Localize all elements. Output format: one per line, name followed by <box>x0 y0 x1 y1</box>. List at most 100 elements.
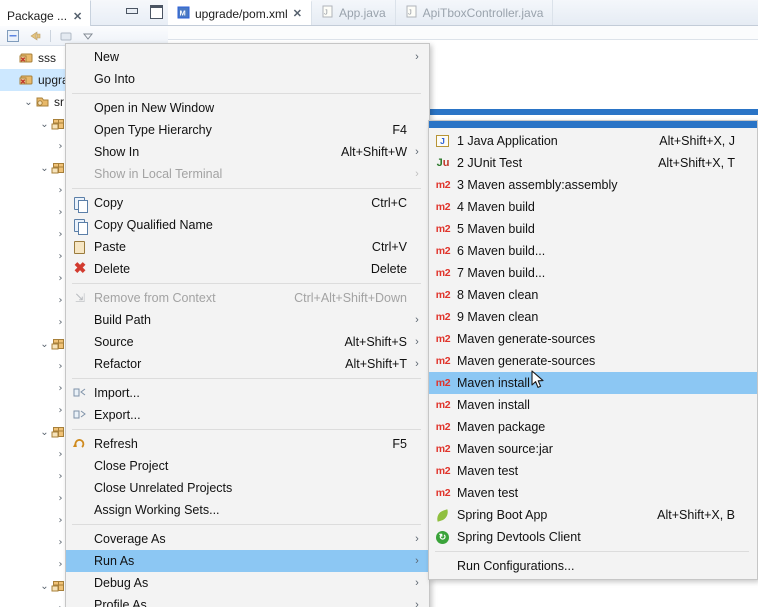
chevron-down-icon[interactable]: ⌄ <box>38 427 51 438</box>
menu-item-label: 9 Maven clean <box>457 310 539 324</box>
menu-item-label: Import... <box>94 386 140 400</box>
menu-item-paste[interactable]: Paste Ctrl+V <box>66 236 429 258</box>
menu-item-coverage-as[interactable]: Coverage As › <box>66 528 429 550</box>
run-as-item-2-junit-test[interactable]: Ju 2 JUnit Test Alt+Shift+X, T <box>429 152 757 174</box>
export-icon <box>66 408 94 423</box>
menu-icon-slot <box>66 532 94 547</box>
menu-item-go-into[interactable]: Go Into <box>66 68 429 90</box>
menu-item-shortcut: Ctrl+C <box>371 196 407 210</box>
menu-item-import[interactable]: Import... <box>66 382 429 404</box>
menu-item-close-unrelated-projects[interactable]: Close Unrelated Projects <box>66 477 429 499</box>
chevron-down-icon[interactable]: ⌄ <box>38 581 51 592</box>
maven-icon: m2 <box>435 420 451 433</box>
delete-icon: ✖ <box>73 259 87 277</box>
submenu-chevron-right-icon: › <box>415 533 419 545</box>
menu-item-build-path[interactable]: Build Path › <box>66 309 429 331</box>
collapse-all-icon[interactable] <box>6 29 20 43</box>
menu-item-refactor[interactable]: Refactor Alt+Shift+T › <box>66 353 429 375</box>
run-as-item-maven-install[interactable]: m2 Maven install <box>429 394 757 416</box>
menu-item-open-in-new-window[interactable]: Open in New Window <box>66 97 429 119</box>
run-as-item-spring-devtools-client[interactable]: ↻ Spring Devtools Client <box>429 526 757 548</box>
menu-item-show-in[interactable]: Show In Alt+Shift+W › <box>66 141 429 163</box>
menu-icon-slot <box>66 335 94 350</box>
menu-item-profile-as[interactable]: Profile As › <box>66 594 429 607</box>
maven-icon: m2 <box>435 332 451 345</box>
run-as-item-maven-package[interactable]: m2 Maven package <box>429 416 757 438</box>
java-file-icon: J <box>405 5 418 21</box>
run-as-item-1-java-application[interactable]: J1 Java Application Alt+Shift+X, J <box>429 130 757 152</box>
menu-item-shortcut: Delete <box>370 262 407 276</box>
back-arrow-icon[interactable] <box>28 29 42 43</box>
menu-icon-slot <box>66 503 94 518</box>
menu-item-label: 2 JUnit Test <box>457 156 523 170</box>
run-as-item-3-maven-assembly-assembly[interactable]: m2 3 Maven assembly:assembly <box>429 174 757 196</box>
menu-item-shortcut: Ctrl+V <box>371 240 407 254</box>
run-as-item-6-maven-build[interactable]: m2 6 Maven build... <box>429 240 757 262</box>
run-as-item-5-maven-build[interactable]: m2 5 Maven build <box>429 218 757 240</box>
maximize-icon[interactable] <box>148 3 163 19</box>
view-menu-chevron-down-icon[interactable] <box>81 29 95 43</box>
run-as-item-maven-generate-sources[interactable]: m2 Maven generate-sources <box>429 328 757 350</box>
editor-tab-bar[interactable]: Mupgrade/pom.xml ✕ J App.java J ApiTboxContro… <box>168 0 758 26</box>
close-icon[interactable]: ✕ <box>293 7 302 20</box>
menu-item-debug-as[interactable]: Debug As › <box>66 572 429 594</box>
spring-devtools-icon: ↻ <box>429 530 457 545</box>
run-as-item-spring-boot-app[interactable]: Spring Boot App Alt+Shift+X, B <box>429 504 757 526</box>
menu-item-assign-working-sets[interactable]: Assign Working Sets... <box>66 499 429 521</box>
menu-icon-slot <box>66 357 94 372</box>
editor-tab-1[interactable]: J App.java <box>312 0 396 25</box>
chevron-down-icon[interactable]: ⌄ <box>38 119 51 130</box>
menu-item-label: Maven test <box>457 486 519 500</box>
run-as-submenu[interactable]: J1 Java Application Alt+Shift+X, J Ju 2 JUn… <box>428 120 758 580</box>
submenu-chevron-right-icon: › <box>415 314 419 326</box>
maven-icon: m2 <box>435 354 451 367</box>
menu-item-run-as[interactable]: Run As › <box>66 550 429 572</box>
run-as-item-maven-source-jar[interactable]: m2 Maven source:jar <box>429 438 757 460</box>
copy-qualified-name-icon <box>66 218 94 235</box>
menu-item-refresh[interactable]: Refresh F5 <box>66 433 429 455</box>
minimize-icon[interactable] <box>124 3 138 17</box>
close-icon[interactable]: ✕ <box>73 10 82 23</box>
chevron-down-icon[interactable]: ⌄ <box>22 97 35 108</box>
menu-item-source[interactable]: Source Alt+Shift+S › <box>66 331 429 353</box>
run-as-item-8-maven-clean[interactable]: m2 8 Maven clean <box>429 284 757 306</box>
run-as-item-maven-install[interactable]: m2 Maven install <box>429 372 757 394</box>
editor-tab-2[interactable]: J ApiTboxController.java <box>396 0 554 25</box>
run-as-item-7-maven-build[interactable]: m2 7 Maven build... <box>429 262 757 284</box>
menu-item-shortcut: Alt+Shift+X, T <box>658 156 735 170</box>
run-as-item-run-configurations[interactable]: Run Configurations... <box>429 555 757 577</box>
menu-item-label: Coverage As <box>94 532 166 546</box>
run-as-item-maven-test[interactable]: m2 Maven test <box>429 460 757 482</box>
menu-item-delete[interactable]: ✖ Delete Delete <box>66 258 429 280</box>
run-as-item-9-maven-clean[interactable]: m2 9 Maven clean <box>429 306 757 328</box>
chevron-down-icon[interactable]: ⌄ <box>38 339 51 350</box>
toolbar-divider <box>50 29 51 42</box>
menu-item-copy-qualified-name[interactable]: Copy Qualified Name <box>66 214 429 236</box>
paste-icon <box>66 240 94 255</box>
menu-item-new[interactable]: New › <box>66 46 429 68</box>
menu-item-copy[interactable]: Copy Ctrl+C <box>66 192 429 214</box>
menu-item-shortcut: F5 <box>392 437 407 451</box>
chevron-down-icon[interactable]: ⌄ <box>38 163 51 174</box>
run-as-item-4-maven-build[interactable]: m2 4 Maven build <box>429 196 757 218</box>
project-context-menu[interactable]: New › Go Into Open in New Window Open Type H… <box>65 43 430 607</box>
run-as-item-maven-generate-sources[interactable]: m2 Maven generate-sources <box>429 350 757 372</box>
link-with-editor-icon[interactable] <box>59 29 73 43</box>
editor-tab-0[interactable]: Mupgrade/pom.xml ✕ <box>168 0 312 25</box>
svg-text:M: M <box>180 8 186 17</box>
tab-package-explorer[interactable]: Package ... ✕ <box>0 0 92 26</box>
menu-item-label: Close Unrelated Projects <box>94 481 233 495</box>
import-icon <box>66 386 94 401</box>
menu-item-label: Show In <box>94 145 140 159</box>
menu-item-close-project[interactable]: Close Project <box>66 455 429 477</box>
menu-item-open-type-hierarchy[interactable]: Open Type Hierarchy F4 <box>66 119 429 141</box>
menu-icon-slot <box>66 101 94 116</box>
editor-tab-label: App.java <box>338 5 386 20</box>
run-as-item-maven-test[interactable]: m2 Maven test <box>429 482 757 504</box>
menu-item-label: Run As <box>94 554 135 568</box>
java-file-icon: J <box>321 5 334 21</box>
submenu-chevron-right-icon: › <box>415 555 419 567</box>
menu-item-export[interactable]: Export... <box>66 404 429 426</box>
submenu-accent-bar <box>429 121 757 128</box>
menu-item-label: Maven generate-sources <box>457 332 596 346</box>
